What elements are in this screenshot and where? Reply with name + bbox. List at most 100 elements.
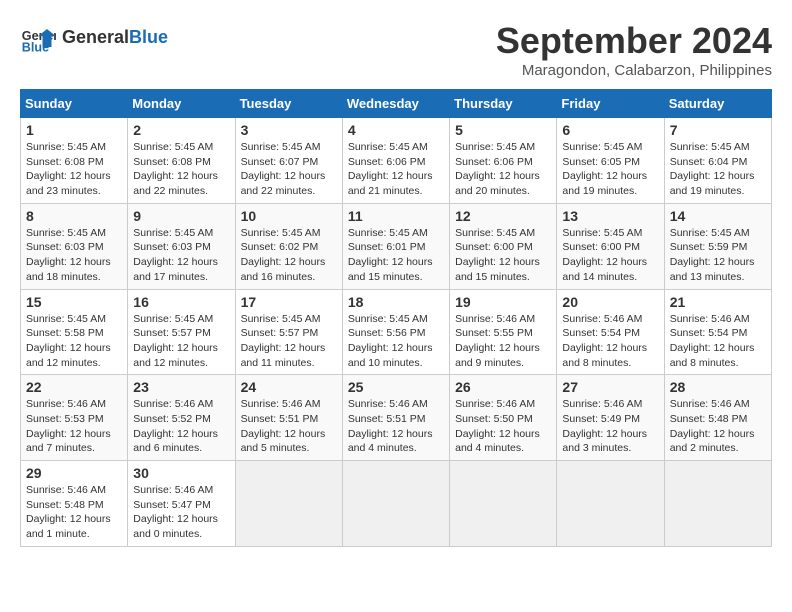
day-number: 18 bbox=[348, 294, 444, 310]
week-row-2: 8 Sunrise: 5:45 AM Sunset: 6:03 PM Daylig… bbox=[21, 203, 772, 289]
day-cell-17: 17 Sunrise: 5:45 AM Sunset: 5:57 PM Dayli… bbox=[235, 289, 342, 375]
day-cell-25: 25 Sunrise: 5:46 AM Sunset: 5:51 PM Dayli… bbox=[342, 375, 449, 461]
day-number: 1 bbox=[26, 122, 122, 138]
day-number: 20 bbox=[562, 294, 658, 310]
day-cell-10: 10 Sunrise: 5:45 AM Sunset: 6:02 PM Dayli… bbox=[235, 203, 342, 289]
day-info: Sunrise: 5:46 AM Sunset: 5:53 PM Dayligh… bbox=[26, 397, 122, 456]
day-cell-2: 2Sunrise: 5:45 AM Sunset: 6:08 PM Daylig… bbox=[128, 118, 235, 204]
day-number: 10 bbox=[241, 208, 337, 224]
day-cell-16: 16 Sunrise: 5:45 AM Sunset: 5:57 PM Dayli… bbox=[128, 289, 235, 375]
day-number: 12 bbox=[455, 208, 551, 224]
day-cell-19: 19 Sunrise: 5:46 AM Sunset: 5:55 PM Dayli… bbox=[450, 289, 557, 375]
day-cell-13: 13 Sunrise: 5:45 AM Sunset: 6:00 PM Dayli… bbox=[557, 203, 664, 289]
day-info: Sunrise: 5:46 AM Sunset: 5:52 PM Dayligh… bbox=[133, 397, 229, 456]
day-cell-30: 30 Sunrise: 5:46 AM Sunset: 5:47 PM Dayli… bbox=[128, 461, 235, 547]
empty-cell bbox=[557, 461, 664, 547]
header-wednesday: Wednesday bbox=[342, 90, 449, 118]
day-cell-29: 29Sunrise: 5:46 AM Sunset: 5:48 PM Dayli… bbox=[21, 461, 128, 547]
empty-cell bbox=[664, 461, 771, 547]
day-number: 5 bbox=[455, 122, 551, 138]
day-info: Sunrise: 5:45 AM Sunset: 6:03 PM Dayligh… bbox=[133, 226, 229, 285]
day-cell-12: 12 Sunrise: 5:45 AM Sunset: 6:00 PM Dayli… bbox=[450, 203, 557, 289]
day-cell-4: 4 Sunrise: 5:45 AM Sunset: 6:06 PM Daylig… bbox=[342, 118, 449, 204]
day-info: Sunrise: 5:45 AM Sunset: 6:03 PM Dayligh… bbox=[26, 226, 122, 285]
week-row-3: 15Sunrise: 5:45 AM Sunset: 5:58 PM Dayli… bbox=[21, 289, 772, 375]
day-number: 19 bbox=[455, 294, 551, 310]
calendar-table: SundayMondayTuesdayWednesdayThursdayFrid… bbox=[20, 89, 772, 547]
day-info: Sunrise: 5:45 AM Sunset: 5:57 PM Dayligh… bbox=[241, 312, 337, 371]
day-cell-5: 5 Sunrise: 5:45 AM Sunset: 6:06 PM Daylig… bbox=[450, 118, 557, 204]
header-saturday: Saturday bbox=[664, 90, 771, 118]
calendar-header-row: SundayMondayTuesdayWednesdayThursdayFrid… bbox=[21, 90, 772, 118]
day-info: Sunrise: 5:46 AM Sunset: 5:51 PM Dayligh… bbox=[241, 397, 337, 456]
day-number: 17 bbox=[241, 294, 337, 310]
day-info: Sunrise: 5:46 AM Sunset: 5:55 PM Dayligh… bbox=[455, 312, 551, 371]
day-number: 25 bbox=[348, 379, 444, 395]
day-info: Sunrise: 5:46 AM Sunset: 5:48 PM Dayligh… bbox=[670, 397, 766, 456]
day-number: 6 bbox=[562, 122, 658, 138]
day-info: Sunrise: 5:45 AM Sunset: 6:00 PM Dayligh… bbox=[455, 226, 551, 285]
day-cell-14: 14 Sunrise: 5:45 AM Sunset: 5:59 PM Dayli… bbox=[664, 203, 771, 289]
day-info: Sunrise: 5:45 AM Sunset: 6:06 PM Dayligh… bbox=[348, 140, 444, 199]
empty-cell bbox=[235, 461, 342, 547]
week-row-4: 22 Sunrise: 5:46 AM Sunset: 5:53 PM Dayli… bbox=[21, 375, 772, 461]
day-info: Sunrise: 5:45 AM Sunset: 6:08 PM Dayligh… bbox=[26, 140, 122, 199]
header-monday: Monday bbox=[128, 90, 235, 118]
title-block: September 2024 Maragondon, Calabarzon, P… bbox=[496, 20, 772, 79]
header-tuesday: Tuesday bbox=[235, 90, 342, 118]
day-number: 27 bbox=[562, 379, 658, 395]
day-cell-20: 20 Sunrise: 5:46 AM Sunset: 5:54 PM Dayli… bbox=[557, 289, 664, 375]
day-info: Sunrise: 5:46 AM Sunset: 5:50 PM Dayligh… bbox=[455, 397, 551, 456]
day-number: 26 bbox=[455, 379, 551, 395]
day-info: Sunrise: 5:45 AM Sunset: 5:58 PM Dayligh… bbox=[26, 312, 122, 371]
day-number: 30 bbox=[133, 465, 229, 481]
logo-text: GeneralBlue bbox=[62, 28, 168, 48]
header-friday: Friday bbox=[557, 90, 664, 118]
day-info: Sunrise: 5:46 AM Sunset: 5:49 PM Dayligh… bbox=[562, 397, 658, 456]
page-header: General Blue GeneralBlue September 2024 … bbox=[20, 20, 772, 79]
day-cell-7: 7Sunrise: 5:45 AM Sunset: 6:04 PM Daylig… bbox=[664, 118, 771, 204]
day-cell-27: 27 Sunrise: 5:46 AM Sunset: 5:49 PM Dayli… bbox=[557, 375, 664, 461]
day-cell-18: 18 Sunrise: 5:45 AM Sunset: 5:56 PM Dayli… bbox=[342, 289, 449, 375]
day-number: 8 bbox=[26, 208, 122, 224]
week-row-1: 1 Sunrise: 5:45 AM Sunset: 6:08 PM Daylig… bbox=[21, 118, 772, 204]
day-number: 11 bbox=[348, 208, 444, 224]
day-cell-11: 11 Sunrise: 5:45 AM Sunset: 6:01 PM Dayli… bbox=[342, 203, 449, 289]
day-number: 23 bbox=[133, 379, 229, 395]
day-info: Sunrise: 5:46 AM Sunset: 5:54 PM Dayligh… bbox=[562, 312, 658, 371]
day-info: Sunrise: 5:45 AM Sunset: 6:05 PM Dayligh… bbox=[562, 140, 658, 199]
day-cell-28: 28 Sunrise: 5:46 AM Sunset: 5:48 PM Dayli… bbox=[664, 375, 771, 461]
empty-cell bbox=[450, 461, 557, 547]
day-cell-3: 3Sunrise: 5:45 AM Sunset: 6:07 PM Daylig… bbox=[235, 118, 342, 204]
day-info: Sunrise: 5:45 AM Sunset: 5:56 PM Dayligh… bbox=[348, 312, 444, 371]
day-info: Sunrise: 5:45 AM Sunset: 6:06 PM Dayligh… bbox=[455, 140, 551, 199]
location: Maragondon, Calabarzon, Philippines bbox=[496, 62, 772, 79]
day-info: Sunrise: 5:46 AM Sunset: 5:54 PM Dayligh… bbox=[670, 312, 766, 371]
day-cell-26: 26 Sunrise: 5:46 AM Sunset: 5:50 PM Dayli… bbox=[450, 375, 557, 461]
day-info: Sunrise: 5:45 AM Sunset: 5:57 PM Dayligh… bbox=[133, 312, 229, 371]
day-number: 16 bbox=[133, 294, 229, 310]
day-info: Sunrise: 5:46 AM Sunset: 5:51 PM Dayligh… bbox=[348, 397, 444, 456]
day-number: 22 bbox=[26, 379, 122, 395]
day-number: 2 bbox=[133, 122, 229, 138]
day-cell-24: 24 Sunrise: 5:46 AM Sunset: 5:51 PM Dayli… bbox=[235, 375, 342, 461]
day-cell-15: 15Sunrise: 5:45 AM Sunset: 5:58 PM Dayli… bbox=[21, 289, 128, 375]
day-number: 14 bbox=[670, 208, 766, 224]
logo: General Blue GeneralBlue bbox=[20, 20, 168, 56]
day-info: Sunrise: 5:45 AM Sunset: 6:00 PM Dayligh… bbox=[562, 226, 658, 285]
month-title: September 2024 bbox=[496, 20, 772, 62]
day-info: Sunrise: 5:46 AM Sunset: 5:47 PM Dayligh… bbox=[133, 483, 229, 542]
day-number: 4 bbox=[348, 122, 444, 138]
day-number: 13 bbox=[562, 208, 658, 224]
day-info: Sunrise: 5:45 AM Sunset: 6:02 PM Dayligh… bbox=[241, 226, 337, 285]
day-number: 28 bbox=[670, 379, 766, 395]
day-info: Sunrise: 5:45 AM Sunset: 6:04 PM Dayligh… bbox=[670, 140, 766, 199]
day-info: Sunrise: 5:46 AM Sunset: 5:48 PM Dayligh… bbox=[26, 483, 122, 542]
day-info: Sunrise: 5:45 AM Sunset: 6:07 PM Dayligh… bbox=[241, 140, 337, 199]
day-number: 9 bbox=[133, 208, 229, 224]
day-cell-22: 22 Sunrise: 5:46 AM Sunset: 5:53 PM Dayli… bbox=[21, 375, 128, 461]
empty-cell bbox=[342, 461, 449, 547]
day-info: Sunrise: 5:45 AM Sunset: 6:01 PM Dayligh… bbox=[348, 226, 444, 285]
day-number: 24 bbox=[241, 379, 337, 395]
day-info: Sunrise: 5:45 AM Sunset: 5:59 PM Dayligh… bbox=[670, 226, 766, 285]
